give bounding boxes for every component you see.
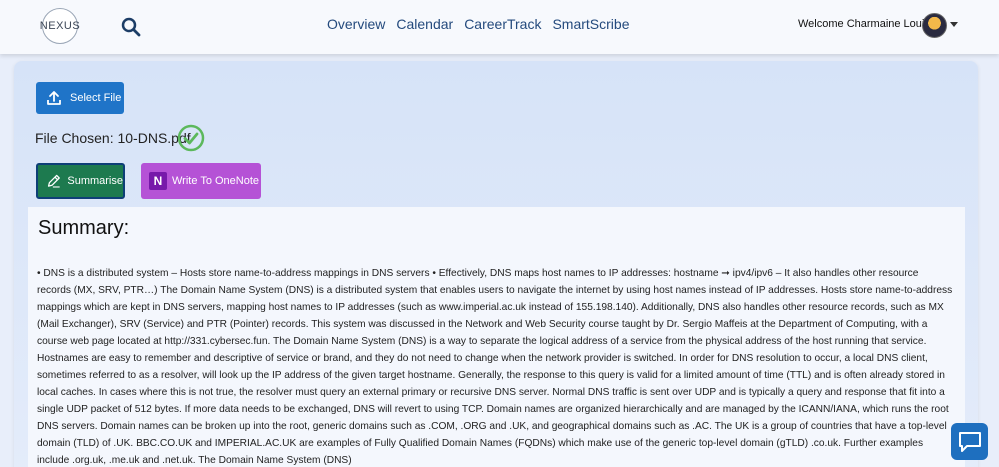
file-chosen-text: File Chosen: 10-DNS.pdf — [35, 130, 191, 146]
nav-careertrack[interactable]: CareerTrack — [464, 16, 541, 32]
summarise-label: Summarise — [67, 175, 123, 187]
upload-icon — [47, 91, 61, 105]
chat-button[interactable] — [951, 423, 988, 460]
nav-links: Overview Calendar CareerTrack SmartScrib… — [327, 16, 630, 32]
nav-smartscribe[interactable]: SmartScribe — [552, 16, 629, 32]
onenote-label: Write To OneNote — [172, 175, 260, 187]
summary-box: Summary: • DNS is a distributed system –… — [28, 207, 965, 467]
summary-title: Summary: — [38, 217, 130, 239]
select-file-button[interactable]: Select File — [36, 82, 124, 114]
nav-calendar[interactable]: Calendar — [396, 16, 453, 32]
summarise-button[interactable]: Summarise — [36, 163, 125, 199]
chevron-down-icon[interactable] — [950, 22, 958, 27]
top-navbar: NEXUS Overview Calendar CareerTrack Smar… — [0, 0, 999, 54]
nav-overview[interactable]: Overview — [327, 16, 385, 32]
summary-text: • DNS is a distributed system – Hosts st… — [37, 268, 953, 466]
chat-icon — [958, 431, 981, 452]
welcome-text: Welcome Charmaine Louie! — [798, 18, 934, 30]
pencil-icon — [47, 174, 60, 188]
nexus-logo[interactable]: NEXUS — [40, 8, 80, 44]
avatar[interactable] — [922, 13, 947, 38]
select-file-label: Select File — [70, 92, 122, 104]
search-icon[interactable] — [121, 17, 141, 37]
onenote-icon: N — [149, 172, 167, 190]
write-to-onenote-button[interactable]: N Write To OneNote — [141, 163, 261, 199]
check-circle-icon — [177, 124, 205, 152]
